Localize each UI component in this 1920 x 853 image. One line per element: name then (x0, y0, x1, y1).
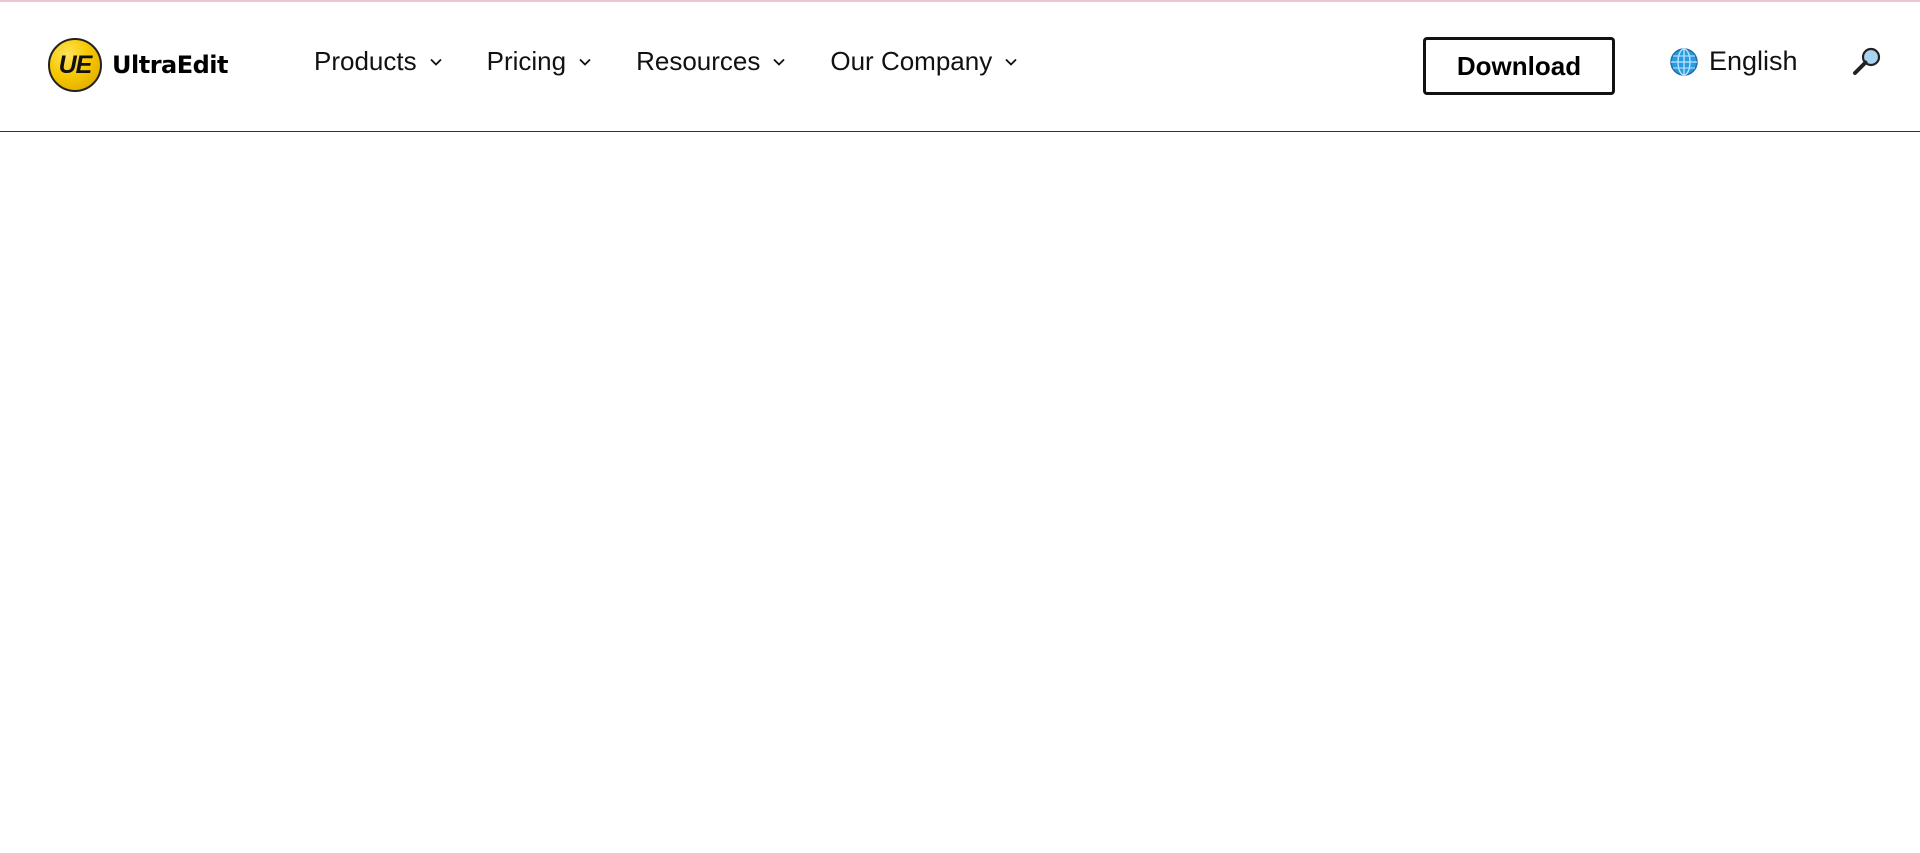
nav-item-label: Resources (636, 46, 761, 76)
page-content-area (0, 133, 1920, 853)
language-selector[interactable]: English (1669, 46, 1798, 77)
globe-icon (1670, 47, 1698, 76)
nav-item-our-company[interactable]: Our Company (830, 46, 1018, 77)
nav-item-label: Products (314, 46, 417, 76)
nav-item-pricing[interactable]: Pricing (487, 46, 592, 77)
search-button[interactable] (1851, 46, 1883, 78)
nav-item-label: Pricing (486, 46, 567, 76)
brand-name: UltraEdit (112, 51, 229, 79)
chevron-down-icon (579, 58, 591, 66)
nav-item-products[interactable]: Products (314, 46, 443, 77)
download-button[interactable]: Download (1423, 37, 1615, 95)
chevron-down-icon (429, 58, 442, 66)
site-header: UE UltraEdit Products Pricing Resources … (0, 2, 1920, 132)
chevron-down-icon (1005, 58, 1017, 66)
chevron-down-icon (773, 58, 786, 66)
nav-item-label: Our Company (830, 46, 993, 76)
nav-item-resources[interactable]: Resources (636, 46, 786, 77)
search-icon (1853, 47, 1881, 75)
main-nav: Products Pricing Resources Our Company (314, 46, 1062, 77)
language-label: English (1709, 46, 1798, 76)
logo-link[interactable]: UE UltraEdit (48, 38, 229, 92)
ultraedit-logo-icon: UE (48, 38, 102, 92)
